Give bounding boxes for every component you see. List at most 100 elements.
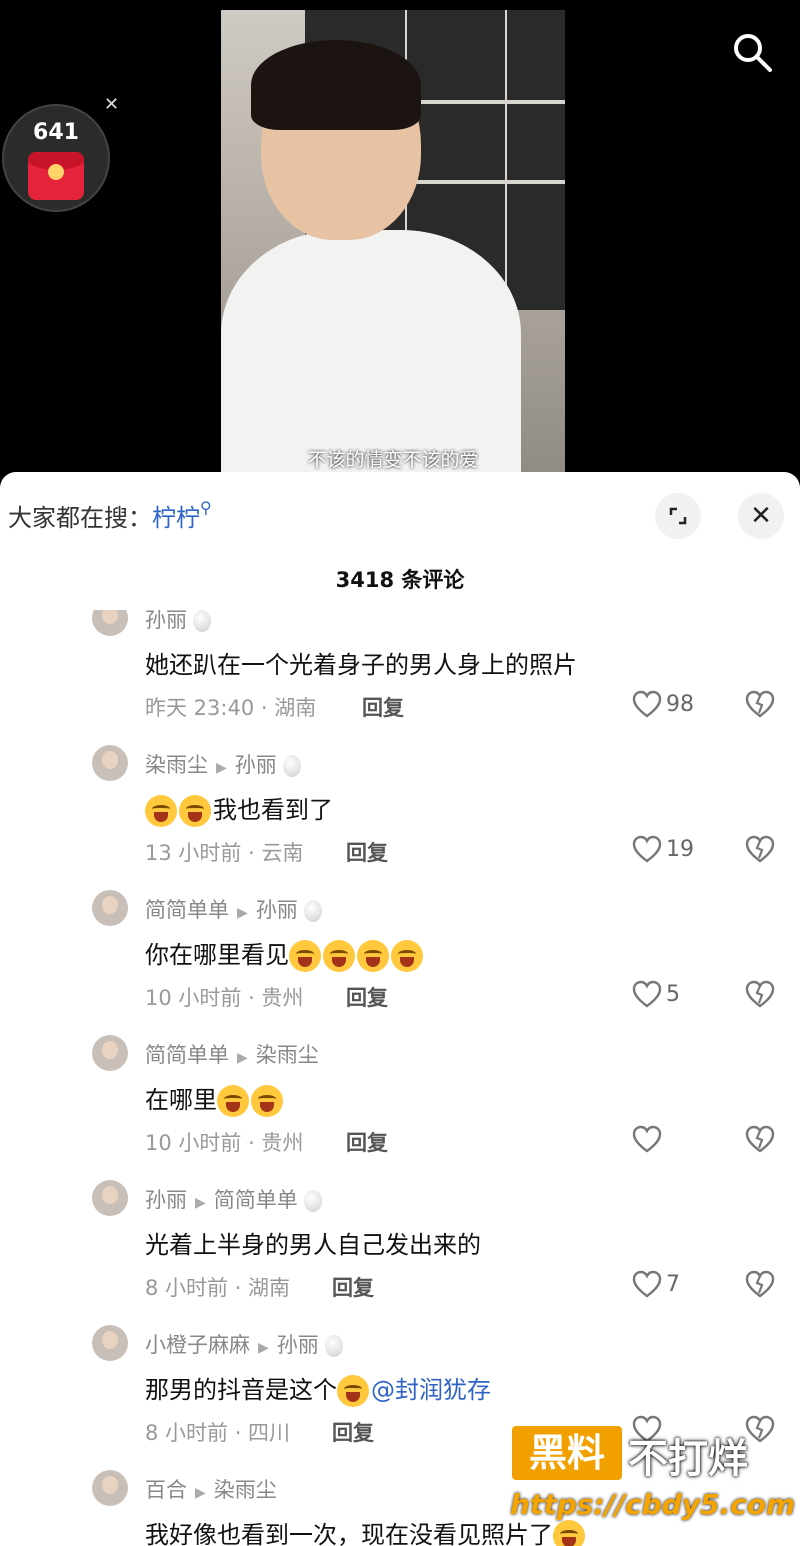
comment-author[interactable]: 简简单单: [145, 898, 229, 922]
red-packet-count: 641: [33, 120, 79, 145]
broken-heart-icon[interactable]: [744, 1123, 776, 1155]
avatar[interactable]: [92, 610, 128, 636]
comment-time-location: 13 小时前 · 云南: [145, 841, 304, 865]
trending-search[interactable]: 大家都在搜：柠柠⚲: [8, 498, 212, 533]
reply-target[interactable]: 染雨尘: [256, 1043, 319, 1067]
comment-author-line: 孙丽 ▶ 简简单单: [145, 1184, 322, 1214]
heart-icon: [632, 1270, 662, 1298]
like-button[interactable]: 98: [632, 688, 694, 720]
comment-sheet: 大家都在搜：柠柠⚲ ✕ 3418 条评论 孙丽她还趴在一个光着身子的男人身上的照…: [0, 472, 800, 1546]
reply-target[interactable]: 孙丽: [235, 753, 277, 777]
laugh-cry-emoji-icon: [289, 940, 321, 972]
heart-icon: [632, 690, 662, 718]
heart-icon: [632, 1125, 662, 1153]
avatar[interactable]: [92, 1325, 128, 1361]
trending-keyword[interactable]: 柠柠: [152, 504, 200, 532]
broken-heart-icon[interactable]: [744, 1268, 776, 1300]
comment-text: 她还趴在一个光着身子的男人身上的照片: [145, 651, 577, 679]
comment-author-line: 简简单单 ▶ 孙丽: [145, 894, 322, 924]
mention-link[interactable]: @封润犹存: [371, 1376, 491, 1404]
egg-avatar-icon: [303, 900, 322, 922]
reply-button[interactable]: 回复: [346, 982, 388, 1012]
video-player[interactable]: 不该的情变不该的爱 641 ✕: [0, 0, 800, 480]
laugh-cry-emoji-icon: [179, 795, 211, 827]
like-count: 7: [666, 1271, 680, 1297]
egg-avatar-icon: [324, 1335, 343, 1357]
egg-avatar-icon: [303, 1190, 322, 1212]
like-count: 19: [666, 836, 694, 862]
avatar[interactable]: [92, 1470, 128, 1506]
reply-target[interactable]: 染雨尘: [214, 1478, 277, 1502]
comment-author[interactable]: 百合: [145, 1478, 187, 1502]
laugh-cry-emoji-icon: [145, 795, 177, 827]
watermark: 黑料 不打烊 https://cbdy5.com: [510, 1424, 800, 1544]
comment-time-location: 10 小时前 · 贵州: [145, 1131, 304, 1155]
heart-icon: [632, 980, 662, 1008]
reply-target[interactable]: 简简单单: [214, 1188, 298, 1212]
watermark-url: https://cbdy5.com: [510, 1488, 796, 1521]
comment-author-line: 孙丽: [145, 610, 211, 634]
comment-text: 光着上半身的男人自己发出来的: [145, 1231, 481, 1259]
comment-text: 我好像也看到一次，现在没看见照片了: [145, 1521, 553, 1546]
comment-author[interactable]: 小橙子麻麻: [145, 1333, 250, 1357]
like-button[interactable]: 5: [632, 978, 680, 1010]
reply-button[interactable]: 回复: [346, 837, 388, 867]
video-frame: 不该的情变不该的爱: [221, 10, 565, 480]
comment-count-title: 3418 条评论: [335, 568, 465, 592]
like-button[interactable]: [632, 1123, 666, 1155]
like-button[interactable]: 19: [632, 833, 694, 865]
search-icon[interactable]: [730, 30, 774, 74]
reply-button[interactable]: 回复: [332, 1272, 374, 1302]
comment-text-line: 那男的抖音是这个 @封润犹存: [145, 1370, 491, 1407]
comment-item[interactable]: 染雨尘 ▶ 孙丽 我也看到了 13 小时前 · 云南 回复 19: [0, 745, 800, 890]
like-button[interactable]: 7: [632, 1268, 680, 1300]
avatar[interactable]: [92, 1180, 128, 1216]
egg-avatar-icon: [193, 610, 211, 632]
reply-button[interactable]: 回复: [362, 692, 404, 722]
reply-target[interactable]: 孙丽: [277, 1333, 319, 1357]
avatar[interactable]: [92, 1035, 128, 1071]
reply-button[interactable]: 回复: [332, 1417, 374, 1447]
red-packet-widget[interactable]: 641: [2, 104, 110, 212]
comment-author[interactable]: 孙丽: [145, 610, 187, 632]
broken-heart-icon[interactable]: [744, 833, 776, 865]
reply-arrow-icon: ▶: [195, 1485, 206, 1501]
comment-text-line: 我也看到了: [145, 790, 333, 827]
heart-icon: [632, 835, 662, 863]
comment-author-line: 简简单单 ▶ 染雨尘: [145, 1039, 319, 1069]
avatar[interactable]: [92, 745, 128, 781]
avatar[interactable]: [92, 890, 128, 926]
like-count: 98: [666, 691, 694, 717]
watermark-text: 不打烊: [628, 1436, 748, 1482]
comment-author-line: 百合 ▶ 染雨尘: [145, 1474, 277, 1504]
reply-target[interactable]: 孙丽: [256, 898, 298, 922]
laugh-cry-emoji-icon: [217, 1085, 249, 1117]
comment-author[interactable]: 染雨尘: [145, 753, 208, 777]
close-button[interactable]: ✕: [738, 493, 784, 539]
comment-author[interactable]: 简简单单: [145, 1043, 229, 1067]
comment-text: 你在哪里看见: [145, 941, 289, 969]
comment-time-location: 8 小时前 · 湖南: [145, 1276, 291, 1300]
comment-author-line: 小橙子麻麻 ▶ 孙丽: [145, 1329, 343, 1359]
close-icon[interactable]: ✕: [104, 94, 119, 115]
comment-author[interactable]: 孙丽: [145, 1188, 187, 1212]
comment-text-line: 你在哪里看见: [145, 935, 425, 972]
expand-icon: [669, 507, 687, 525]
comment-list[interactable]: 孙丽 她还趴在一个光着身子的男人身上的照片 昨天 23:40 · 湖南 回复 98 染雨尘…: [0, 610, 800, 1546]
trending-prefix: 大家都在搜：: [8, 504, 152, 532]
video-subtitle: 不该的情变不该的爱: [307, 449, 479, 471]
reply-arrow-icon: ▶: [258, 1340, 269, 1356]
comment-item[interactable]: 简简单单 ▶ 染雨尘在哪里 10 小时前 · 贵州 回复: [0, 1035, 800, 1180]
reply-arrow-icon: ▶: [237, 905, 248, 921]
comment-item[interactable]: 简简单单 ▶ 孙丽 你在哪里看见 10 小时前 · 贵州 回复 5: [0, 890, 800, 1035]
broken-heart-icon[interactable]: [744, 688, 776, 720]
reply-arrow-icon: ▶: [237, 1050, 248, 1066]
comment-time-location: 8 小时前 · 四川: [145, 1421, 291, 1445]
comment-text-line: 在哪里: [145, 1080, 285, 1117]
expand-button[interactable]: [655, 493, 701, 539]
person-shirt: [221, 230, 521, 480]
comment-item[interactable]: 孙丽 她还趴在一个光着身子的男人身上的照片 昨天 23:40 · 湖南 回复 98: [0, 610, 800, 745]
broken-heart-icon[interactable]: [744, 978, 776, 1010]
reply-button[interactable]: 回复: [346, 1127, 388, 1157]
comment-item[interactable]: 孙丽 ▶ 简简单单光着上半身的男人自己发出来的 8 小时前 · 湖南 回复 7: [0, 1180, 800, 1325]
